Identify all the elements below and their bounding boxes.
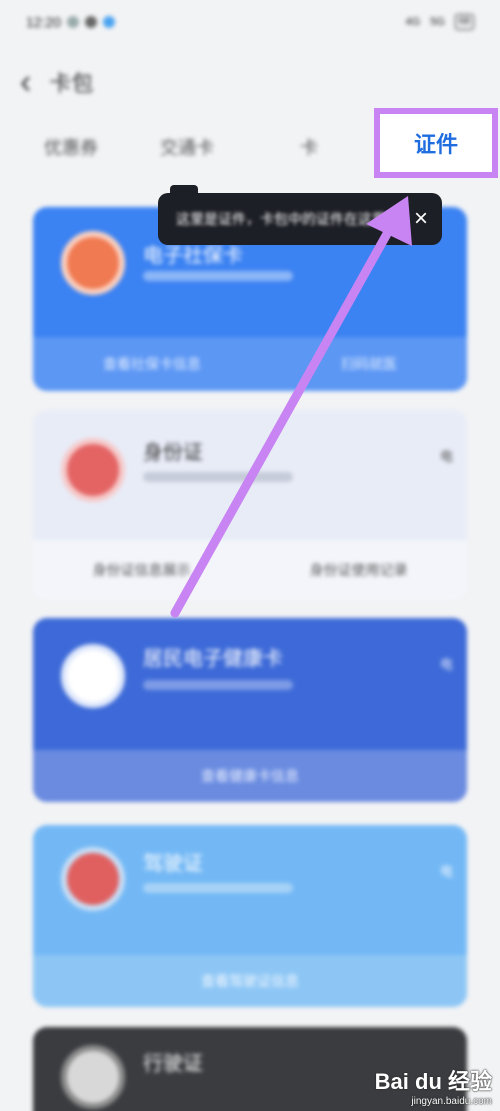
page-title: 卡包 (49, 71, 94, 96)
card-subtitle (143, 472, 293, 482)
id-emblem-icon (61, 438, 125, 502)
card-actions: 查看驾驶证信息 (33, 955, 467, 1007)
notification-icon (67, 16, 80, 28)
health-logo-icon (61, 644, 125, 708)
tab-certificates-highlight[interactable]: 证件 (374, 108, 498, 178)
driver-license-logo-icon (61, 847, 125, 911)
card-tag: 电 (439, 449, 453, 464)
card-actions: 身份证信息展示 身份证使用记录 (33, 540, 467, 600)
tooltip-text: 这里是证件，卡包中的证件在这里 (176, 211, 386, 227)
card-action[interactable]: 查看健康卡信息 (201, 766, 299, 786)
tab-transit-card[interactable]: 交通卡 (160, 134, 214, 160)
notification-icon (85, 16, 98, 28)
page-header: ‹ 卡包 (0, 52, 500, 112)
watermark-brand: Bai du 经验 (374, 1069, 492, 1094)
card-name: 驾驶证 (143, 853, 203, 875)
status-time: 12:20 (26, 14, 62, 30)
card-tag: 电 (439, 864, 453, 879)
card-subtitle (143, 883, 293, 893)
card-id[interactable]: 身份证 电 身份证信息展示 身份证使用记录 (33, 410, 467, 600)
card-action[interactable]: 身份证信息展示 (93, 560, 191, 580)
card-name: 居民电子健康卡 (143, 648, 283, 670)
card-actions: 查看社保卡信息 扫码就医 (33, 337, 467, 391)
battery-icon: 68 (454, 14, 474, 30)
signal-icon-2: 5G (430, 16, 445, 28)
card-actions: 查看健康卡信息 (33, 750, 467, 802)
watermark-url: jingyan.baidu.com (411, 1096, 492, 1107)
social-security-logo-icon (61, 231, 125, 295)
tab-coupons[interactable]: 优惠券 (44, 134, 98, 160)
tooltip: 这里是证件，卡包中的证件在这里 × (158, 193, 442, 245)
status-bar: 12:20 4G 5G 68 (0, 0, 500, 44)
card-name: 身份证 (143, 442, 203, 464)
notification-icon (103, 16, 116, 28)
card-tag: 电 (439, 657, 453, 672)
card-action[interactable]: 查看社保卡信息 (103, 354, 201, 374)
card-health[interactable]: 居民电子健康卡 电 查看健康卡信息 (33, 618, 467, 802)
card-action[interactable]: 扫码就医 (341, 354, 397, 374)
tab-cards[interactable]: 卡 (300, 134, 318, 160)
tab-certificates[interactable]: 证件 (414, 127, 458, 159)
vehicle-license-logo-icon (61, 1045, 125, 1109)
card-name: 行驶证 (143, 1053, 203, 1075)
signal-icon: 4G (405, 16, 421, 28)
card-subtitle (143, 271, 293, 281)
card-subtitle (143, 680, 293, 690)
card-driver-license[interactable]: 驾驶证 电 查看驾驶证信息 (33, 825, 467, 1007)
baidu-watermark: Bai du 经验 jingyan.baidu.com (375, 1064, 492, 1107)
back-arrow-icon[interactable]: ‹ (20, 65, 31, 99)
card-action[interactable]: 查看驾驶证信息 (201, 971, 299, 991)
close-icon[interactable]: × (414, 205, 428, 233)
card-action[interactable]: 身份证使用记录 (310, 560, 408, 580)
